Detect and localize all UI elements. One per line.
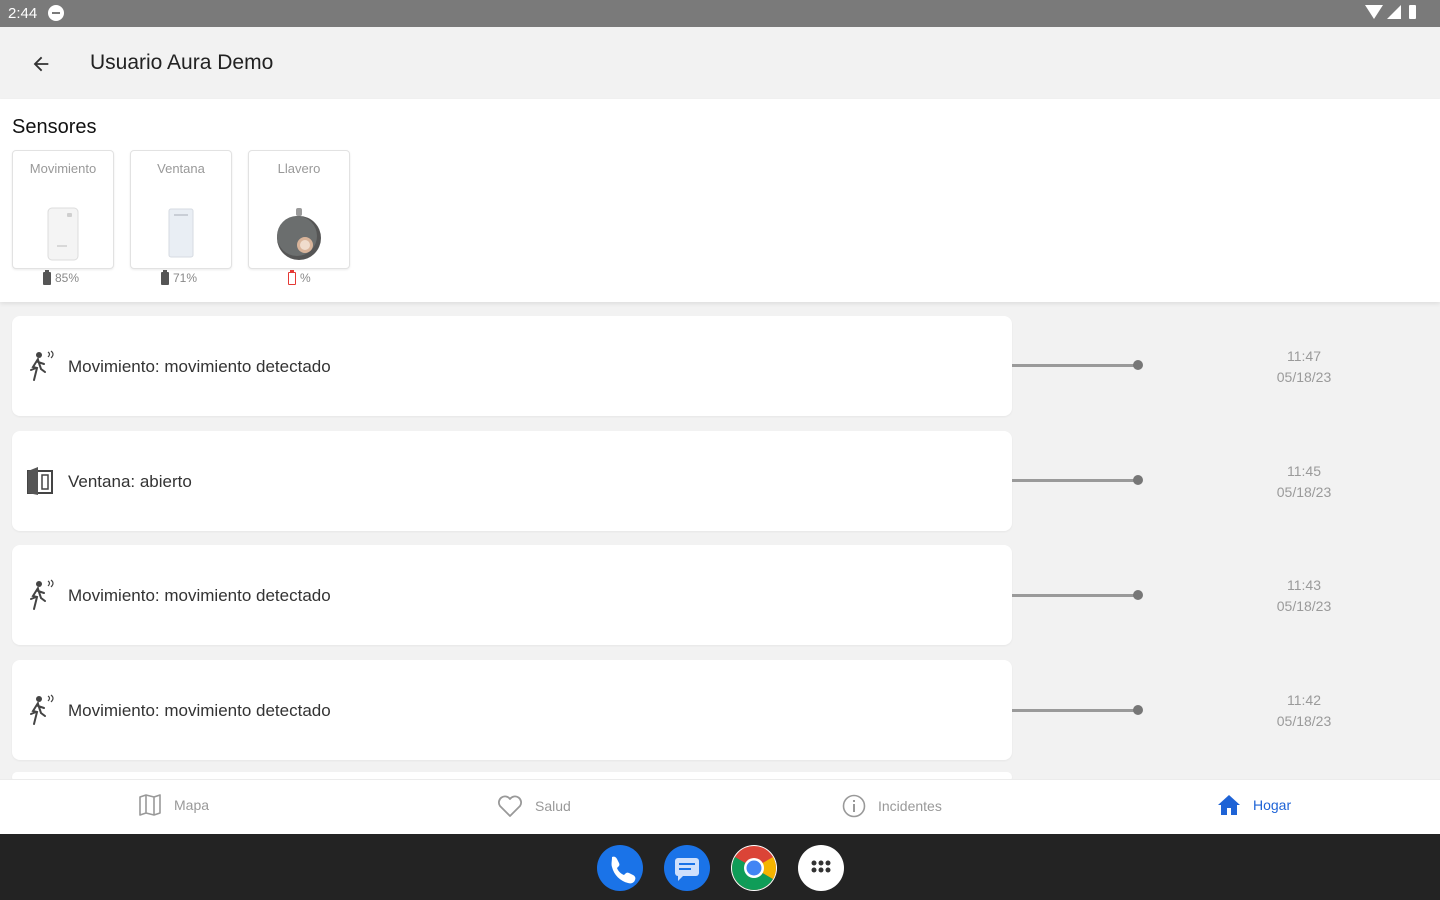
battery-icon <box>43 269 51 285</box>
page-title: Usuario Aura Demo <box>90 51 274 74</box>
sensor-card-ventana[interactable]: Ventana <box>130 150 232 269</box>
event-timestamp: 11:47 05/18/23 <box>1240 346 1368 388</box>
nav-label: Mapa <box>174 797 210 813</box>
message-icon <box>675 858 699 881</box>
timeline-dot <box>1133 705 1143 715</box>
back-button[interactable] <box>22 45 60 83</box>
system-dock <box>0 834 1440 900</box>
event-timestamp: 11:42 05/18/23 <box>1240 690 1368 732</box>
event-date: 05/18/23 <box>1276 598 1332 614</box>
motion-icon <box>30 694 54 725</box>
window-icon <box>27 467 53 495</box>
chrome-app-icon[interactable] <box>731 845 777 891</box>
map-icon <box>139 794 161 816</box>
nav-label: Salud <box>535 798 571 814</box>
chrome-icon <box>732 846 776 890</box>
battery-level: 71% <box>173 271 198 285</box>
heart-icon <box>498 795 522 817</box>
event-timestamp: 11:43 05/18/23 <box>1240 575 1368 617</box>
nav-item-mapa[interactable]: Mapa <box>138 794 209 816</box>
event-card[interactable]: Movimiento: movimiento detectado <box>12 316 1012 416</box>
event-time: 11:45 <box>1287 463 1321 479</box>
timeline-dot <box>1133 590 1143 600</box>
event-text: Movimiento: movimiento detectado <box>68 701 331 720</box>
battery-level: % <box>300 271 311 285</box>
timeline-dot <box>1133 360 1143 370</box>
sensors-heading: Sensores <box>12 116 97 138</box>
event-text: Movimiento: movimiento detectado <box>68 357 331 376</box>
nav-item-hogar[interactable]: Hogar <box>1217 794 1291 816</box>
info-icon <box>842 794 866 818</box>
sensor-name: Ventana <box>157 161 205 176</box>
sensor-battery: % <box>288 269 311 285</box>
window-sensor-image <box>168 208 194 258</box>
home-icon <box>1218 795 1240 815</box>
timeline-line <box>1012 364 1138 367</box>
phone-icon <box>611 856 636 884</box>
battery-level: 85% <box>55 271 80 285</box>
timeline-line <box>1012 709 1138 712</box>
phone-app-icon[interactable] <box>597 845 643 891</box>
event-date: 05/18/23 <box>1276 484 1332 500</box>
app-drawer-button[interactable] <box>798 845 844 891</box>
event-timestamp: 11:45 05/18/23 <box>1240 461 1368 503</box>
bottom-navigation: Mapa Salud Incidentes Hogar <box>0 779 1440 835</box>
event-text: Movimiento: movimiento detectado <box>68 586 331 605</box>
motion-icon <box>30 350 54 381</box>
timeline-line <box>1012 594 1138 597</box>
dnd-icon <box>48 5 64 21</box>
status-time: 2:44 <box>8 5 38 22</box>
arrow-back-icon <box>33 56 49 72</box>
signal-icon <box>1387 5 1401 19</box>
event-card[interactable]: Movimiento: movimiento detectado <box>12 660 1012 760</box>
sensor-name: Movimiento <box>29 161 97 176</box>
nav-item-incidentes[interactable]: Incidentes <box>842 794 942 818</box>
motion-sensor-image <box>47 207 79 261</box>
sensor-name: Llavero <box>277 161 321 176</box>
battery-low-icon <box>288 269 296 285</box>
event-date: 05/18/23 <box>1276 713 1332 729</box>
status-bar: 2:44 <box>0 0 1440 27</box>
sensor-battery: 71% <box>161 269 198 285</box>
app-bar: Usuario Aura Demo <box>0 27 1440 99</box>
sensor-card-movimiento[interactable]: Movimiento <box>12 150 114 269</box>
sensors-panel: Sensores Movimiento 85% Ventana 71% Llav… <box>0 99 1440 302</box>
messages-app-icon[interactable] <box>664 845 710 891</box>
event-card[interactable]: Movimiento: movimiento detectado <box>12 545 1012 645</box>
sensor-battery: 85% <box>43 269 80 285</box>
event-time: 11:42 <box>1287 692 1321 708</box>
motion-icon <box>30 579 54 610</box>
wifi-icon <box>1365 5 1383 19</box>
event-date: 05/18/23 <box>1276 369 1332 385</box>
apps-grid-icon <box>811 860 831 873</box>
battery-icon <box>1409 5 1416 19</box>
nav-label: Hogar <box>1253 797 1292 813</box>
keyfob-image <box>277 208 321 260</box>
timeline-dot <box>1133 475 1143 485</box>
nav-item-salud[interactable]: Salud <box>497 794 571 818</box>
battery-icon <box>161 269 169 285</box>
sensor-card-llavero[interactable]: Llavero <box>248 150 350 269</box>
event-time: 11:47 <box>1287 348 1321 364</box>
event-text: Ventana: abierto <box>68 472 192 491</box>
timeline-line <box>1012 479 1138 482</box>
status-icons <box>1365 5 1416 19</box>
event-card[interactable]: Ventana: abierto <box>12 431 1012 531</box>
event-time: 11:43 <box>1287 577 1321 593</box>
nav-label: Incidentes <box>878 798 942 814</box>
